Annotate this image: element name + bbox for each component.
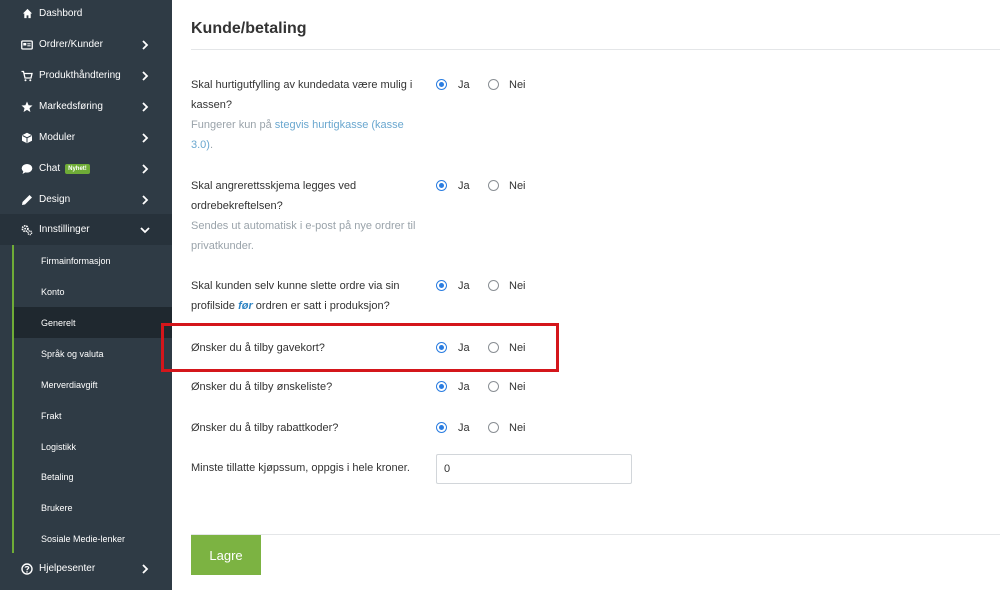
withdrawal-form-yes-radio[interactable]	[436, 180, 447, 191]
submenu-item-language-currency[interactable]: Språk og valuta	[14, 338, 172, 369]
question-hint: Sendes ut automatisk i e-post på nye ord…	[191, 220, 416, 252]
page-title: Kunde/betaling	[191, 20, 307, 37]
chat-icon	[21, 163, 33, 175]
settings-submenu: Firmainformasjon Konto Generelt Språk og…	[0, 245, 172, 553]
radio-label-yes: Ja	[458, 180, 470, 192]
delete-orders-yes-radio[interactable]	[436, 280, 447, 291]
question-delete-orders: Skal kunden selv kunne slette ordre via …	[191, 280, 400, 312]
chevron-right-icon	[142, 163, 149, 174]
question-circle-icon	[21, 562, 33, 575]
question-discount-codes: Ønsker du å tilby rabattkoder?	[191, 422, 339, 434]
min-purchase-label: Minste tillatte kjøpssum, oppgis i hele …	[191, 462, 410, 474]
cogs-icon	[21, 224, 33, 236]
sidebar-item-modules[interactable]: Moduler	[0, 122, 172, 153]
sidebar-item-label: Markedsføring	[39, 101, 103, 112]
chevron-right-icon	[142, 101, 149, 112]
cart-icon	[21, 70, 33, 82]
sidebar-item-dashboard[interactable]: Dashbord	[0, 0, 172, 29]
sidebar: Dashbord Ordrer/Kunder Produkthåndtering…	[0, 0, 172, 590]
radio-label-no: Nei	[509, 180, 526, 192]
sidebar-item-help-center[interactable]: Hjelpesenter	[0, 553, 172, 584]
star-icon	[21, 101, 33, 113]
submenu-item-social-links[interactable]: Sosiale Medie-lenker	[14, 523, 172, 554]
new-badge: Nyhet!	[65, 164, 90, 174]
sidebar-item-orders[interactable]: Ordrer/Kunder	[0, 29, 172, 60]
sidebar-item-label: Moduler	[39, 132, 76, 143]
settings-main: Kunde/betaling Skal hurtigutfylling av k…	[172, 0, 1000, 590]
radio-label-yes: Ja	[458, 422, 470, 434]
radio-label-yes: Ja	[458, 79, 470, 91]
cube-icon	[21, 132, 33, 144]
sidebar-item-marketing[interactable]: Markedsføring	[0, 91, 172, 122]
question-text: Skal angrerettsskjema legges ved ordrebe…	[191, 180, 357, 212]
submenu-item-logistics[interactable]: Logistikk	[14, 431, 172, 462]
highlight-annotation	[161, 323, 559, 372]
home-icon	[21, 8, 33, 20]
radio-label-no: Nei	[509, 79, 526, 91]
submenu-item-company-info[interactable]: Firmainformasjon	[14, 245, 172, 276]
quick-fill-yes-radio[interactable]	[436, 79, 447, 90]
submenu-item-vat[interactable]: Merverdiavgift	[14, 369, 172, 400]
chevron-right-icon	[142, 132, 149, 143]
radio-label-yes: Ja	[458, 381, 470, 393]
wishlist-no-radio[interactable]	[488, 381, 499, 392]
delete-orders-no-radio[interactable]	[488, 280, 499, 291]
emphasis-text: før	[238, 300, 253, 312]
withdrawal-form-no-radio[interactable]	[488, 180, 499, 191]
card-icon	[21, 39, 33, 51]
question-withdrawal-form: Skal angrerettsskjema legges ved ordrebe…	[191, 176, 416, 256]
question-wishlist: Ønsker du å tilby ønskeliste?	[191, 381, 333, 393]
min-purchase-input[interactable]	[436, 454, 632, 484]
sidebar-item-label: Chat	[39, 163, 61, 174]
chevron-right-icon	[142, 39, 149, 50]
radio-label-no: Nei	[509, 381, 526, 393]
radio-label-yes: Ja	[458, 280, 470, 292]
submenu-item-users[interactable]: Brukere	[14, 492, 172, 523]
chevron-down-icon	[140, 226, 150, 233]
sidebar-item-label: Produkthåndtering	[39, 70, 121, 81]
submenu-item-general[interactable]: Generelt	[14, 307, 172, 338]
sidebar-item-label: Dashbord	[39, 8, 83, 19]
question-text: Skal hurtigutfylling av kundedata være m…	[191, 79, 413, 111]
discount-codes-no-radio[interactable]	[488, 422, 499, 433]
sidebar-item-products[interactable]: Produkthåndtering	[0, 60, 172, 91]
sidebar-item-chat[interactable]: Chat Nyhet!	[0, 153, 172, 184]
chevron-right-icon	[142, 70, 149, 81]
question-hint: Fungerer kun på stegvis hurtigkasse (kas…	[191, 119, 404, 151]
submenu-item-shipping[interactable]: Frakt	[14, 400, 172, 431]
sidebar-item-label: Ordrer/Kunder	[39, 39, 103, 50]
sidebar-item-settings[interactable]: Innstillinger	[0, 214, 172, 245]
save-button[interactable]: Lagre	[191, 535, 261, 575]
radio-label-no: Nei	[509, 280, 526, 292]
radio-label-no: Nei	[509, 422, 526, 434]
sidebar-item-label: Design	[39, 194, 71, 205]
wishlist-yes-radio[interactable]	[436, 381, 447, 392]
submenu-item-account[interactable]: Konto	[14, 276, 172, 307]
chevron-right-icon	[142, 563, 149, 574]
sidebar-item-design[interactable]: Design	[0, 184, 172, 215]
sidebar-item-label: Hjelpesenter	[39, 563, 96, 574]
question-quick-fill: Skal hurtigutfylling av kundedata være m…	[191, 75, 416, 155]
divider	[191, 49, 1000, 50]
divider	[191, 534, 1000, 535]
submenu-item-payment[interactable]: Betaling	[14, 461, 172, 492]
quick-fill-no-radio[interactable]	[488, 79, 499, 90]
pencil-icon	[21, 194, 33, 206]
chevron-right-icon	[142, 194, 149, 205]
discount-codes-yes-radio[interactable]	[436, 422, 447, 433]
sidebar-item-label: Innstillinger	[39, 224, 90, 235]
